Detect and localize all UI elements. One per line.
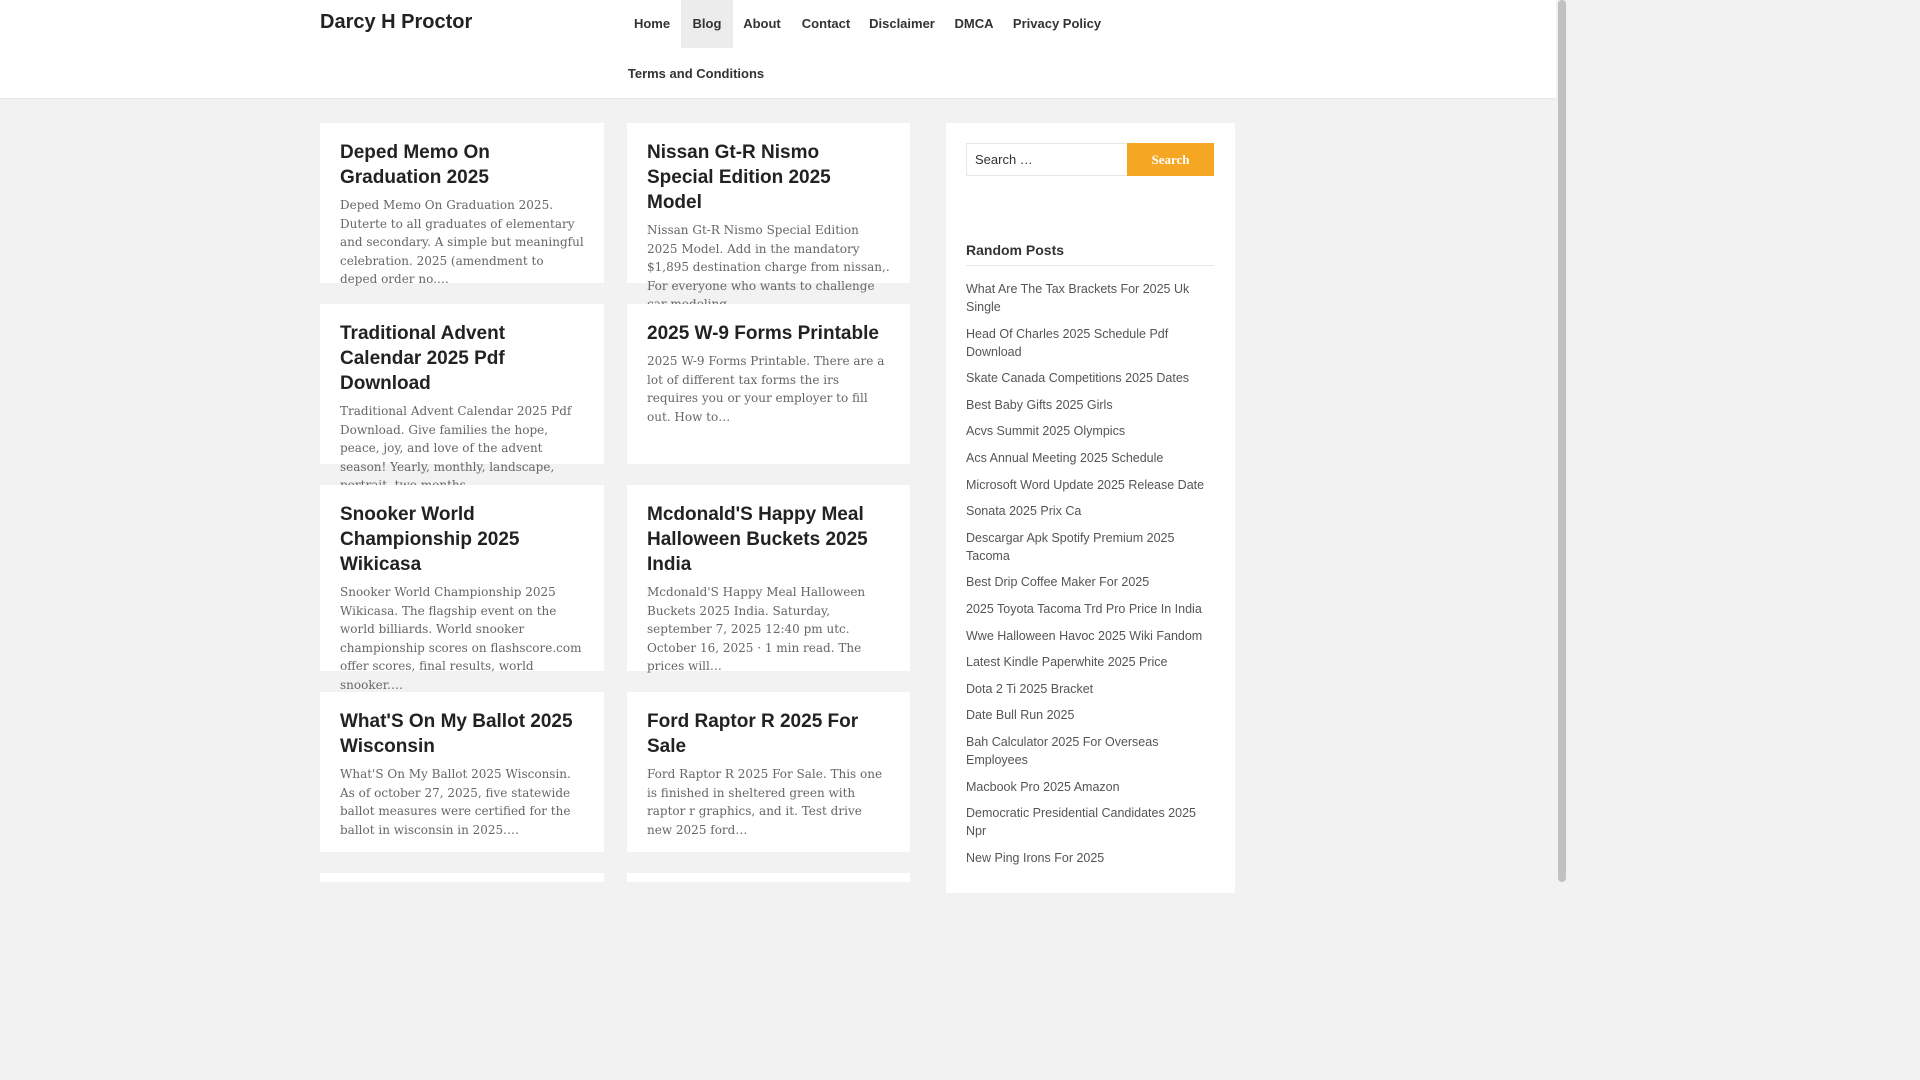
post-excerpt: Snooker World Championship 2025 Wikicasa… [340,585,582,692]
random-post-link[interactable]: Dota 2 Ti 2025 Bracket [966,680,1214,698]
random-post-link[interactable]: Sonata 2025 Prix Ca [966,502,1214,520]
post-card: Mcdonald'S Happy Meal Halloween Buckets … [627,485,910,673]
post-title[interactable]: Nissan Gt-R Nismo Special Edition 2025 M… [647,140,890,215]
nav-terms[interactable]: Terms and Conditions [622,50,770,98]
post-excerpt: Traditional Advent Calendar 2025 Pdf Dow… [340,404,572,492]
random-post-link[interactable]: What Are The Tax Brackets For 2025 Uk Si… [966,280,1214,316]
random-post-link[interactable]: Microsoft Word Update 2025 Release Date [966,476,1214,494]
nav-blog[interactable]: Blog [681,0,733,48]
random-posts-title: Random Posts [966,242,1214,266]
post-excerpt: Mcdonald'S Happy Meal Halloween Buckets … [647,585,866,673]
site-title[interactable]: Darcy H Proctor [320,11,472,34]
vertical-scrollbar[interactable] [1556,0,1568,882]
post-card: Ford Raptor R 2025 For Sale Ford Raptor … [627,692,910,852]
site-header: Darcy H Proctor Home Blog About Contact … [0,0,1556,99]
post-title[interactable]: Deped Memo On Graduation 2025 [340,140,584,190]
post-excerpt: Deped Memo On Graduation 2025. Duterte t… [340,198,584,286]
nav-home[interactable]: Home [622,0,682,48]
search-button[interactable]: Search [1127,143,1214,176]
post-title[interactable]: Traditional Advent Calendar 2025 Pdf Dow… [340,321,584,396]
random-post-link[interactable]: Democratic Presidential Candidates 2025 … [966,804,1214,840]
post-card: What'S On My Ballot 2025 Wisconsin What'… [320,692,604,852]
random-post-link[interactable]: Acs Annual Meeting 2025 Schedule [966,449,1214,467]
post-card [627,873,910,882]
random-post-link[interactable]: Wwe Halloween Havoc 2025 Wiki Fandom [966,627,1214,645]
nav-privacy-policy[interactable]: Privacy Policy [1004,0,1110,48]
post-card: 2025 W-9 Forms Printable 2025 W-9 Forms … [627,304,910,464]
random-post-link[interactable]: Latest Kindle Paperwhite 2025 Price [966,653,1214,671]
post-title[interactable]: Mcdonald'S Happy Meal Halloween Buckets … [647,502,890,577]
random-post-link[interactable]: Best Drip Coffee Maker For 2025 [966,573,1214,591]
post-title[interactable]: Ford Raptor R 2025 For Sale [647,709,890,759]
post-excerpt: Ford Raptor R 2025 For Sale. This one is… [647,767,883,837]
nav-disclaimer[interactable]: Disclaimer [860,0,944,48]
post-excerpt: Nissan Gt-R Nismo Special Edition 2025 M… [647,223,890,311]
nav-dmca[interactable]: DMCA [944,0,1004,48]
random-post-link[interactable]: Descargar Apk Spotify Premium 2025 Tacom… [966,529,1214,565]
sidebar: Search Random Posts What Are The Tax Bra… [946,123,1235,893]
random-post-link[interactable]: Acvs Summit 2025 Olympics [966,422,1214,440]
post-card: Deped Memo On Graduation 2025 Deped Memo… [320,123,604,286]
post-card: Traditional Advent Calendar 2025 Pdf Dow… [320,304,604,492]
random-post-link[interactable]: Date Bull Run 2025 [966,706,1214,724]
random-post-link[interactable]: Macbook Pro 2025 Amazon [966,778,1214,796]
post-title[interactable]: What'S On My Ballot 2025 Wisconsin [340,709,584,759]
post-excerpt: What'S On My Ballot 2025 Wisconsin. As o… [340,767,571,837]
nav-about[interactable]: About [732,0,792,48]
random-post-link[interactable]: Best Baby Gifts 2025 Girls [966,396,1214,414]
random-post-link[interactable]: Bah Calculator 2025 For Overseas Employe… [966,733,1214,769]
post-title[interactable]: Snooker World Championship 2025 Wikicasa [340,502,584,577]
post-card [320,873,604,882]
post-excerpt: 2025 W-9 Forms Printable. There are a lo… [647,354,885,424]
post-card: Snooker World Championship 2025 Wikicasa… [320,485,604,692]
post-card: Nissan Gt-R Nismo Special Edition 2025 M… [627,123,910,311]
scrollbar-thumb[interactable] [1558,0,1566,882]
random-post-link[interactable]: New Ping Irons For 2025 [966,849,1214,867]
nav-contact[interactable]: Contact [792,0,860,48]
random-post-link[interactable]: 2025 Toyota Tacoma Trd Pro Price In Indi… [966,600,1214,618]
random-posts-list: What Are The Tax Brackets For 2025 Uk Si… [966,280,1214,875]
random-post-link[interactable]: Head Of Charles 2025 Schedule Pdf Downlo… [966,325,1214,361]
random-post-link[interactable]: Skate Canada Competitions 2025 Dates [966,369,1214,387]
search-input[interactable] [966,143,1128,176]
post-title[interactable]: 2025 W-9 Forms Printable [647,321,890,346]
